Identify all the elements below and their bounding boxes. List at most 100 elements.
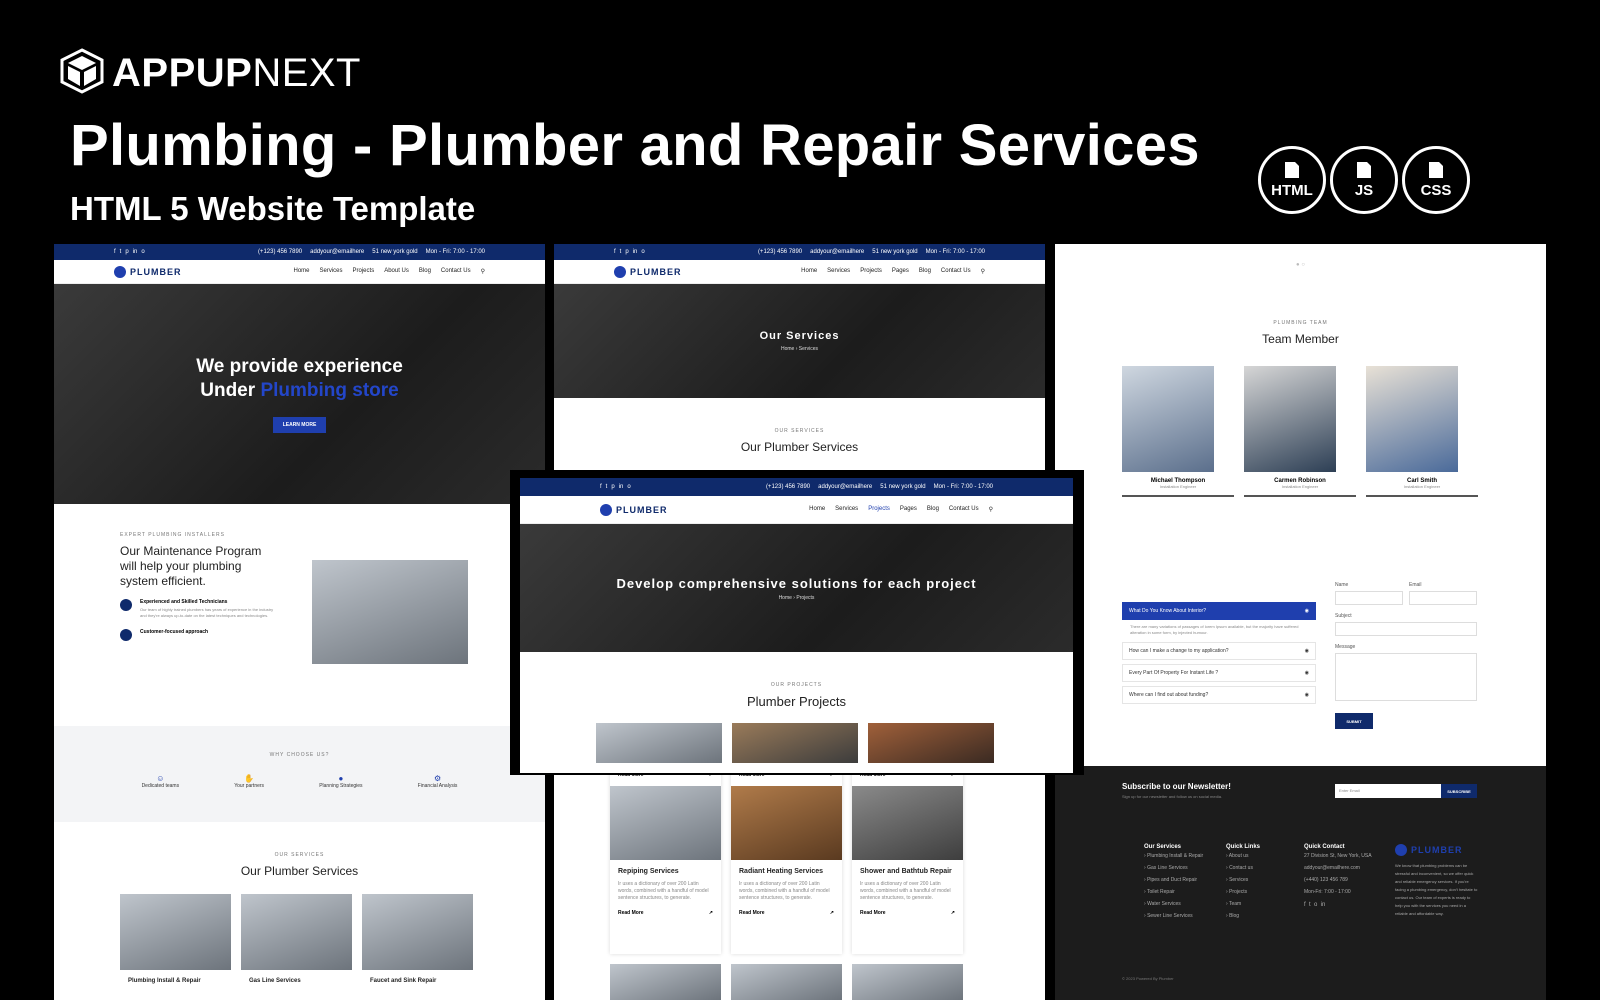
service-card[interactable]: Read More ↗ Radiant Heating Services Ir us… (731, 764, 842, 954)
menu-services[interactable]: Services (320, 268, 343, 275)
menu-pages[interactable]: Pages (892, 268, 909, 275)
social-links[interactable]: f t p in o (600, 484, 635, 490)
service-card[interactable]: Faucet and Sink Repair (362, 894, 473, 992)
name-field[interactable] (1335, 591, 1403, 605)
menu-services[interactable]: Services (835, 506, 858, 513)
footer-link[interactable]: › Sewer Line Services (1144, 910, 1214, 922)
newsletter-title: Subscribe to our Newsletter! (1122, 782, 1231, 791)
user-icon: ☺ (156, 774, 165, 783)
menu-projects[interactable]: Projects (353, 268, 375, 275)
footer-link[interactable]: › Toilet Repair (1144, 886, 1214, 898)
crumb-home[interactable]: Home (779, 595, 792, 601)
site-logo[interactable]: PLUMBER (114, 265, 182, 278)
footer-link[interactable]: › Team (1226, 898, 1286, 910)
search-icon[interactable]: ⚲ (989, 506, 993, 513)
submit-button[interactable]: SUBMIT (1335, 713, 1373, 729)
newsletter-input[interactable]: Enter Email (1335, 784, 1441, 798)
service-card[interactable]: Read More ↗ Shower and Bathtub Repair Ir u… (852, 764, 963, 954)
project-photo[interactable] (868, 723, 994, 763)
project-photo[interactable] (596, 723, 722, 763)
projects-hero: Develop comprehensive solutions for each… (520, 524, 1073, 652)
subscribe-button[interactable]: SUBSCRIBE (1441, 784, 1477, 798)
projects-intro: OUR PROJECTS Plumber Projects (520, 652, 1073, 709)
menu-projects[interactable]: Projects (860, 268, 882, 275)
faq-item[interactable]: Where can I find out about funding? ◉ (1122, 686, 1316, 704)
message-field[interactable] (1335, 653, 1477, 701)
service-card[interactable]: Plumbing Install & Repair (120, 894, 231, 992)
menu-home[interactable]: Home (293, 268, 309, 275)
read-more-link[interactable]: Read More (618, 910, 644, 916)
menu-services[interactable]: Services (827, 268, 850, 275)
footer-link[interactable]: › Services (1226, 874, 1286, 886)
project-photo[interactable] (732, 723, 858, 763)
arrow-icon: ↗ (950, 910, 955, 916)
team-card[interactable]: Michael Thompson Installation Engineer (1122, 366, 1234, 497)
search-icon[interactable]: ⚲ (481, 268, 485, 275)
services-section: OUR SERVICES Our Plumber Services Plumbi… (54, 822, 545, 992)
footer-link[interactable]: › About us (1226, 850, 1286, 862)
services-hero: Our Services Home › Services (554, 284, 1045, 398)
team-card[interactable]: Carmen Robinson Installation Engineer (1244, 366, 1356, 497)
footer-link[interactable]: › Contact us (1226, 862, 1286, 874)
main-menu: Home Services Projects Pages Blog Contac… (809, 506, 993, 513)
eye-icon: ◉ (1304, 608, 1309, 614)
service-card[interactable]: Read More ↗ Repiping Services Ir uses a di… (610, 764, 721, 954)
footer-link[interactable]: › Pipes and Duct Repair (1144, 874, 1214, 886)
eye-icon: ◉ (1304, 692, 1309, 698)
social-links[interactable]: f t p in o (614, 249, 649, 255)
read-more-link[interactable]: Read More (739, 910, 765, 916)
faq-item[interactable]: What Do You Know About Interior? ◉ (1122, 602, 1316, 620)
footer-link[interactable]: › Gas Line Services (1144, 862, 1214, 874)
menu-contact[interactable]: Contact Us (941, 268, 971, 275)
read-more-link[interactable]: Read More (860, 910, 886, 916)
menu-home[interactable]: Home (801, 268, 817, 275)
hours-text: Mon - Fri: 7:00 - 17:00 (425, 249, 485, 255)
menu-contact[interactable]: Contact Us (949, 506, 979, 513)
badge-icon (120, 599, 132, 611)
site-logo[interactable]: PLUMBER (600, 503, 668, 516)
service-card[interactable]: Gas Line Services (241, 894, 352, 992)
home-page-preview: f t p in o (+123) 456 7890 addyour@emailhere 5… (54, 244, 545, 1000)
about-photo (312, 560, 468, 664)
footer-link[interactable]: › Water Services (1144, 898, 1214, 910)
service-photo (610, 964, 721, 1000)
main-menu: Home Services Projects About Us Blog Con… (293, 268, 485, 275)
team-card[interactable]: Carl Smith Installation Engineer (1366, 366, 1478, 497)
subject-field[interactable] (1335, 622, 1477, 636)
footer-link[interactable]: › Projects (1226, 886, 1286, 898)
member-photo (1244, 366, 1336, 472)
menu-contact[interactable]: Contact Us (441, 268, 471, 275)
footer-link[interactable]: › Plumbing Install & Repair (1144, 850, 1214, 862)
menu-about[interactable]: About Us (384, 268, 409, 275)
projects-hero-title: Develop comprehensive solutions for each… (616, 575, 977, 591)
menu-home[interactable]: Home (809, 506, 825, 513)
feature-title: Customer-focused approach (140, 629, 209, 635)
site-logo[interactable]: PLUMBER (614, 265, 682, 278)
menu-blog[interactable]: Blog (419, 268, 431, 275)
footer-services: Our Services › Plumbing Install & Repair… (1144, 844, 1214, 922)
faq-item[interactable]: Every Part Of Property For Instant Life … (1122, 664, 1316, 682)
navbar: PLUMBER Home Services Projects About Us … (54, 260, 545, 284)
social-links[interactable]: f t p in o (114, 249, 149, 255)
menu-blog[interactable]: Blog (919, 268, 931, 275)
footer-social[interactable]: f t o in (1304, 902, 1384, 908)
faq-item[interactable]: How can I make a change to my applicatio… (1122, 642, 1316, 660)
menu-projects[interactable]: Projects (868, 506, 890, 513)
footer: Subscribe to our Newsletter! Sign up for… (1055, 766, 1546, 1000)
email-field[interactable] (1409, 591, 1477, 605)
about-title: Our Maintenance Program will help your p… (120, 544, 262, 588)
faq-accordion: What Do You Know About Interior? ◉ There … (1122, 602, 1316, 708)
file-icon (1354, 161, 1374, 184)
search-icon[interactable]: ⚲ (981, 268, 985, 275)
menu-blog[interactable]: Blog (927, 506, 939, 513)
why-section: WHY CHOOSE US? ☺ Dedicated teams ✋ Your pa… (54, 726, 545, 822)
services-title: Our Plumber Services (240, 864, 359, 878)
brand-name: APPUPNEXT (112, 51, 361, 95)
services-title: Our Plumber Services (740, 440, 859, 454)
learn-more-button[interactable]: LEARN MORE (272, 417, 327, 433)
globe-icon: ● (338, 774, 344, 783)
crumb-home[interactable]: Home (781, 346, 794, 352)
menu-pages[interactable]: Pages (900, 506, 917, 513)
footer-link[interactable]: › Blog (1226, 910, 1286, 922)
footer-about: PLUMBER We know that plumbing problems c… (1395, 844, 1478, 916)
